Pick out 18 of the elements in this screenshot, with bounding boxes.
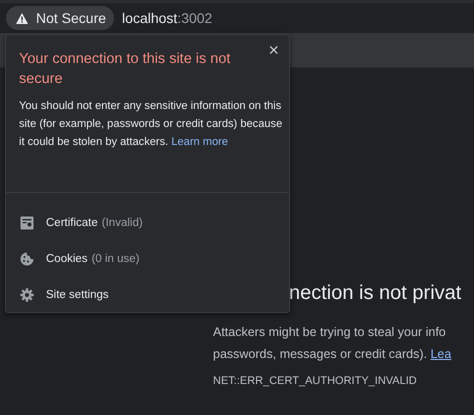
popup-title: Your connection to this site is not secure xyxy=(19,50,232,89)
menu-item[interactable]: Certificate (Invalid) xyxy=(6,205,289,241)
error-code: NET::ERR_CERT_AUTHORITY_INVALID xyxy=(213,375,418,387)
warning-icon xyxy=(16,12,28,24)
menu-item[interactable]: Site settings xyxy=(6,277,289,313)
certificate-icon xyxy=(20,216,34,230)
close-button[interactable]: × xyxy=(264,39,283,61)
security-chip[interactable]: Not Secure xyxy=(6,6,114,30)
url-text[interactable]: localhost:3002 xyxy=(122,10,212,26)
page-heading: nection is not privat xyxy=(289,282,462,305)
page-text: Attackers might be trying to steal your info xyxy=(213,324,447,341)
settings-icon xyxy=(20,288,34,302)
learn-more-link[interactable]: Lea xyxy=(430,347,452,361)
page-text: passwords, messages or credit cards). xyxy=(213,347,427,361)
learn-more-link[interactable]: Learn more xyxy=(171,136,228,148)
popup-message: You should not enter any sensitive information on this site (for example, passwords or credit cards) because it could be stolen by attackers. Learn more xyxy=(18,99,284,150)
menu-item[interactable]: Cookies (0 in use) xyxy=(6,241,289,277)
cookie-icon xyxy=(20,252,34,266)
